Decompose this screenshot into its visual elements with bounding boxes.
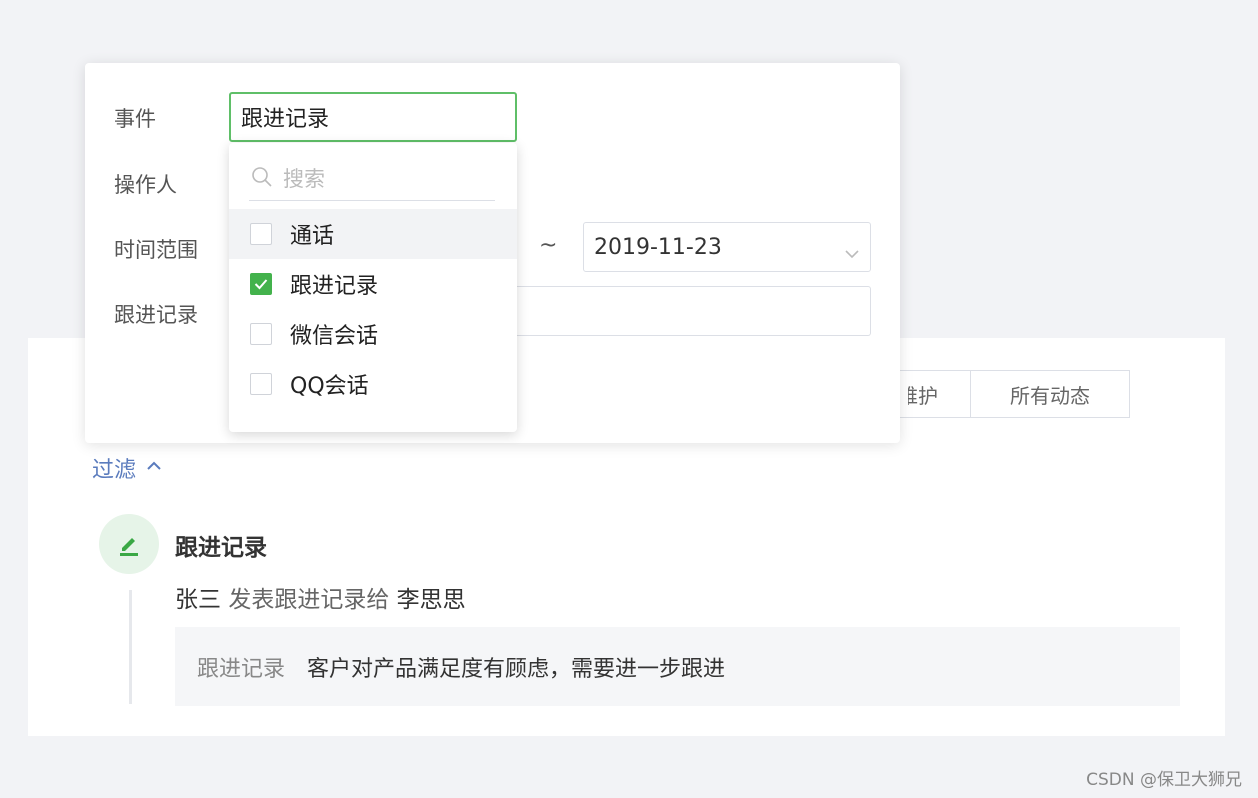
activity-tabs: 维护 所有动态 bbox=[888, 370, 1130, 418]
event-detail-label: 跟进记录 bbox=[197, 656, 286, 682]
checkbox[interactable] bbox=[250, 323, 272, 345]
checkbox-checked[interactable] bbox=[250, 273, 272, 295]
dropdown-search bbox=[249, 157, 495, 201]
chevron-up-icon bbox=[146, 461, 161, 475]
filter-toggle-label: 过滤 bbox=[92, 458, 137, 483]
timeline-line bbox=[129, 590, 132, 704]
checkbox[interactable] bbox=[250, 373, 272, 395]
watermark: CSDN @保卫大狮兄 bbox=[1086, 770, 1242, 790]
time-range-label: 时间范围 bbox=[114, 238, 198, 262]
tab-all-activity-label: 所有动态 bbox=[1010, 383, 1090, 408]
record-label: 跟进记录 bbox=[114, 303, 198, 327]
event-detail-value: 客户对产品满足度有顾虑，需要进一步跟进 bbox=[307, 656, 726, 682]
tab-maintenance-label: 维护 bbox=[908, 383, 938, 408]
edit-icon bbox=[99, 514, 159, 574]
event-detail: 跟进记录 客户对产品满足度有顾虑，需要进一步跟进 bbox=[175, 627, 1180, 706]
search-icon bbox=[251, 166, 273, 192]
option-qq[interactable]: QQ会话 bbox=[229, 359, 517, 409]
event-label: 事件 bbox=[114, 107, 156, 131]
option-label: 通话 bbox=[290, 224, 335, 249]
operator-label: 操作人 bbox=[114, 173, 177, 197]
option-wechat[interactable]: 微信会话 bbox=[229, 309, 517, 359]
option-label: 跟进记录 bbox=[290, 274, 379, 299]
tab-all-activity[interactable]: 所有动态 bbox=[970, 370, 1130, 418]
event-description: 张三 发表跟进记录给 李思思 bbox=[175, 580, 466, 614]
tab-maintenance[interactable]: 维护 bbox=[888, 370, 970, 418]
end-date-picker[interactable]: 2019-11-23 bbox=[583, 222, 871, 272]
end-date-value: 2019-11-23 bbox=[594, 234, 722, 260]
check-icon bbox=[254, 279, 268, 290]
option-label: 微信会话 bbox=[290, 324, 379, 349]
event-actor: 张三 bbox=[175, 587, 221, 613]
event-target: 李思思 bbox=[396, 587, 466, 613]
event-action: 发表跟进记录给 bbox=[228, 587, 390, 613]
event-select[interactable]: 跟进记录 bbox=[229, 92, 517, 142]
filter-toggle[interactable]: 过滤 bbox=[92, 452, 161, 484]
option-label: QQ会话 bbox=[290, 374, 369, 399]
search-input[interactable] bbox=[283, 166, 483, 191]
chevron-down-icon bbox=[844, 240, 860, 265]
event-select-value: 跟进记录 bbox=[241, 107, 330, 132]
option-follow-up[interactable]: 跟进记录 bbox=[229, 259, 517, 309]
event-title: 跟进记录 bbox=[175, 535, 267, 561]
record-input[interactable] bbox=[517, 286, 871, 336]
event-dropdown: 通话 跟进记录 微信会话 QQ会话 bbox=[229, 143, 517, 432]
option-call[interactable]: 通话 bbox=[229, 209, 517, 259]
checkbox[interactable] bbox=[250, 223, 272, 245]
range-separator: ~ bbox=[539, 233, 558, 258]
